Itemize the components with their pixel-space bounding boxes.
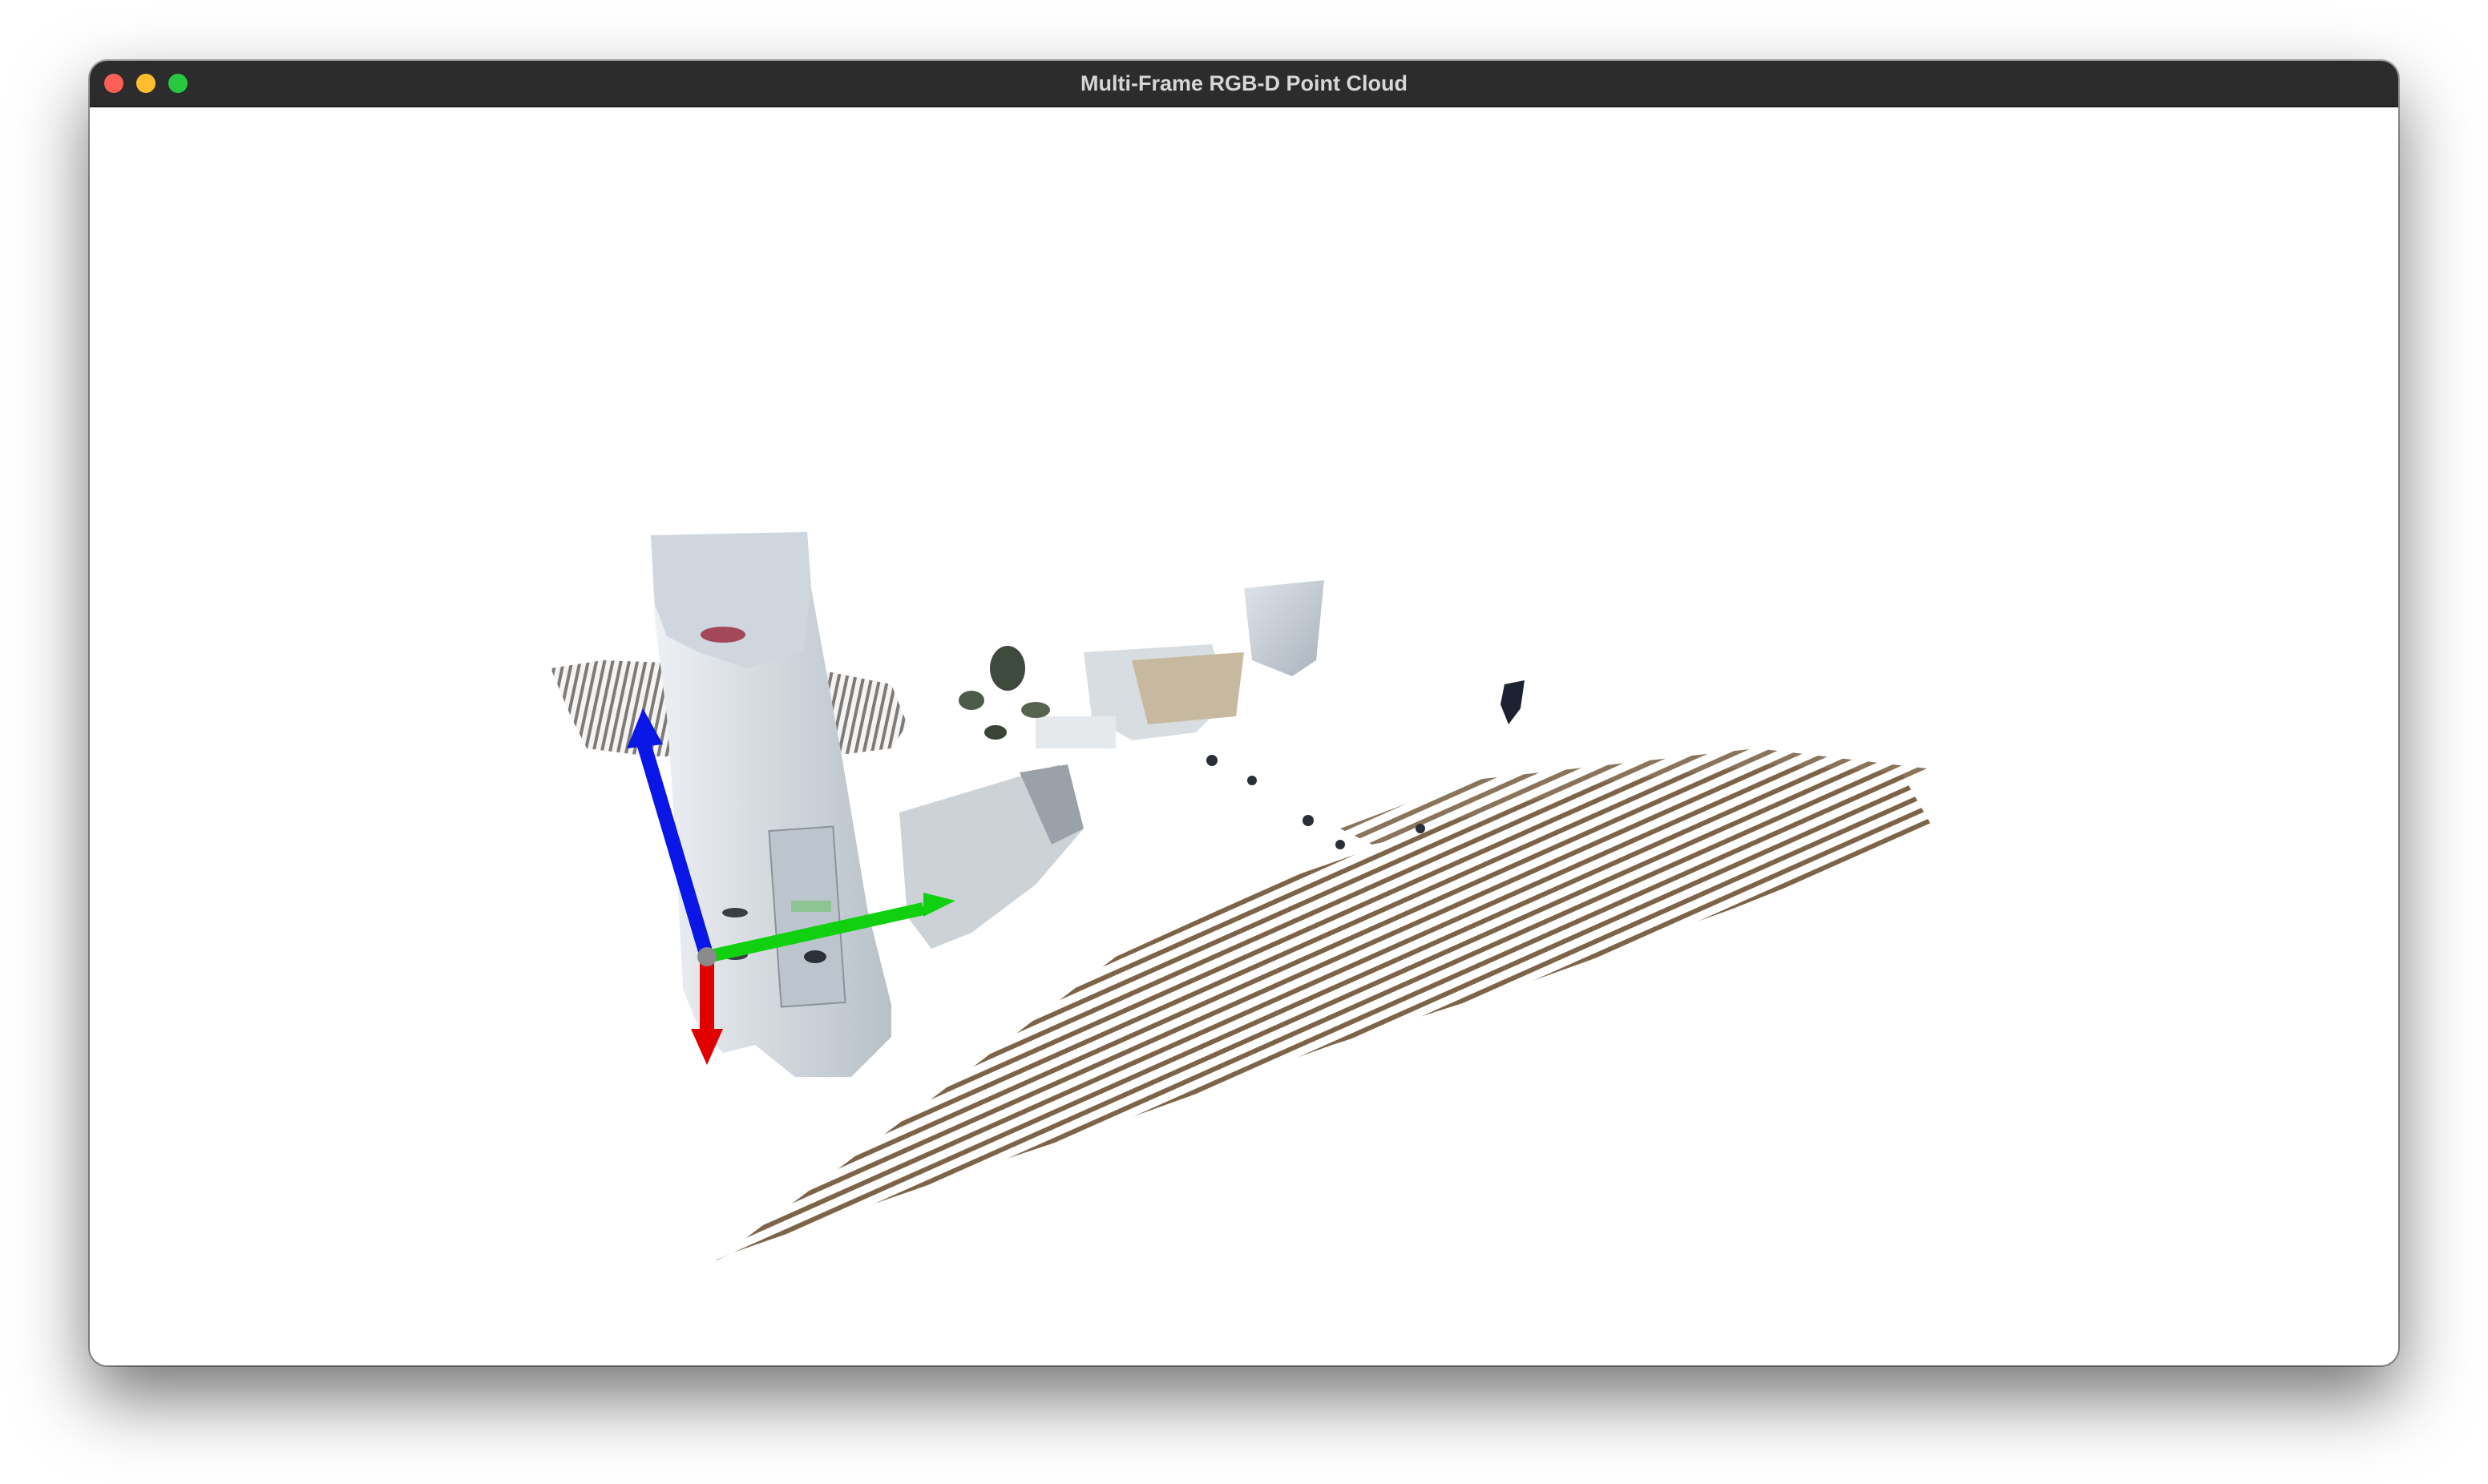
app-window: Multi-Frame RGB-D Point Cloud — [90, 61, 2398, 1365]
3d-viewport[interactable] — [90, 107, 2398, 1365]
green-label — [791, 901, 831, 912]
plant-leaf-1 — [990, 646, 1025, 691]
back-wall-lit — [1132, 652, 1244, 724]
point-cluster — [1416, 824, 1425, 833]
point-cluster — [1206, 755, 1218, 766]
plant-leaf-2 — [959, 691, 984, 710]
axes-origin — [697, 947, 717, 966]
plant-leaf-3 — [1021, 702, 1050, 718]
wall-plate — [768, 825, 846, 1008]
point-cluster — [1247, 776, 1257, 785]
title-bar[interactable]: Multi-Frame RGB-D Point Cloud — [90, 61, 2398, 107]
plant-leaf-4 — [984, 725, 1007, 740]
point-cloud-render[interactable] — [90, 107, 2398, 1365]
floor-points — [715, 764, 1933, 1261]
desk — [1036, 716, 1116, 748]
wall-slot-1 — [722, 908, 748, 917]
point-cluster — [1303, 815, 1314, 826]
window-title: Multi-Frame RGB-D Point Cloud — [1080, 71, 1408, 95]
point-cluster — [1335, 840, 1345, 849]
red-object — [701, 627, 745, 643]
back-door — [1244, 580, 1324, 676]
wall-slot-3 — [804, 950, 826, 963]
dark-object — [1500, 680, 1525, 724]
